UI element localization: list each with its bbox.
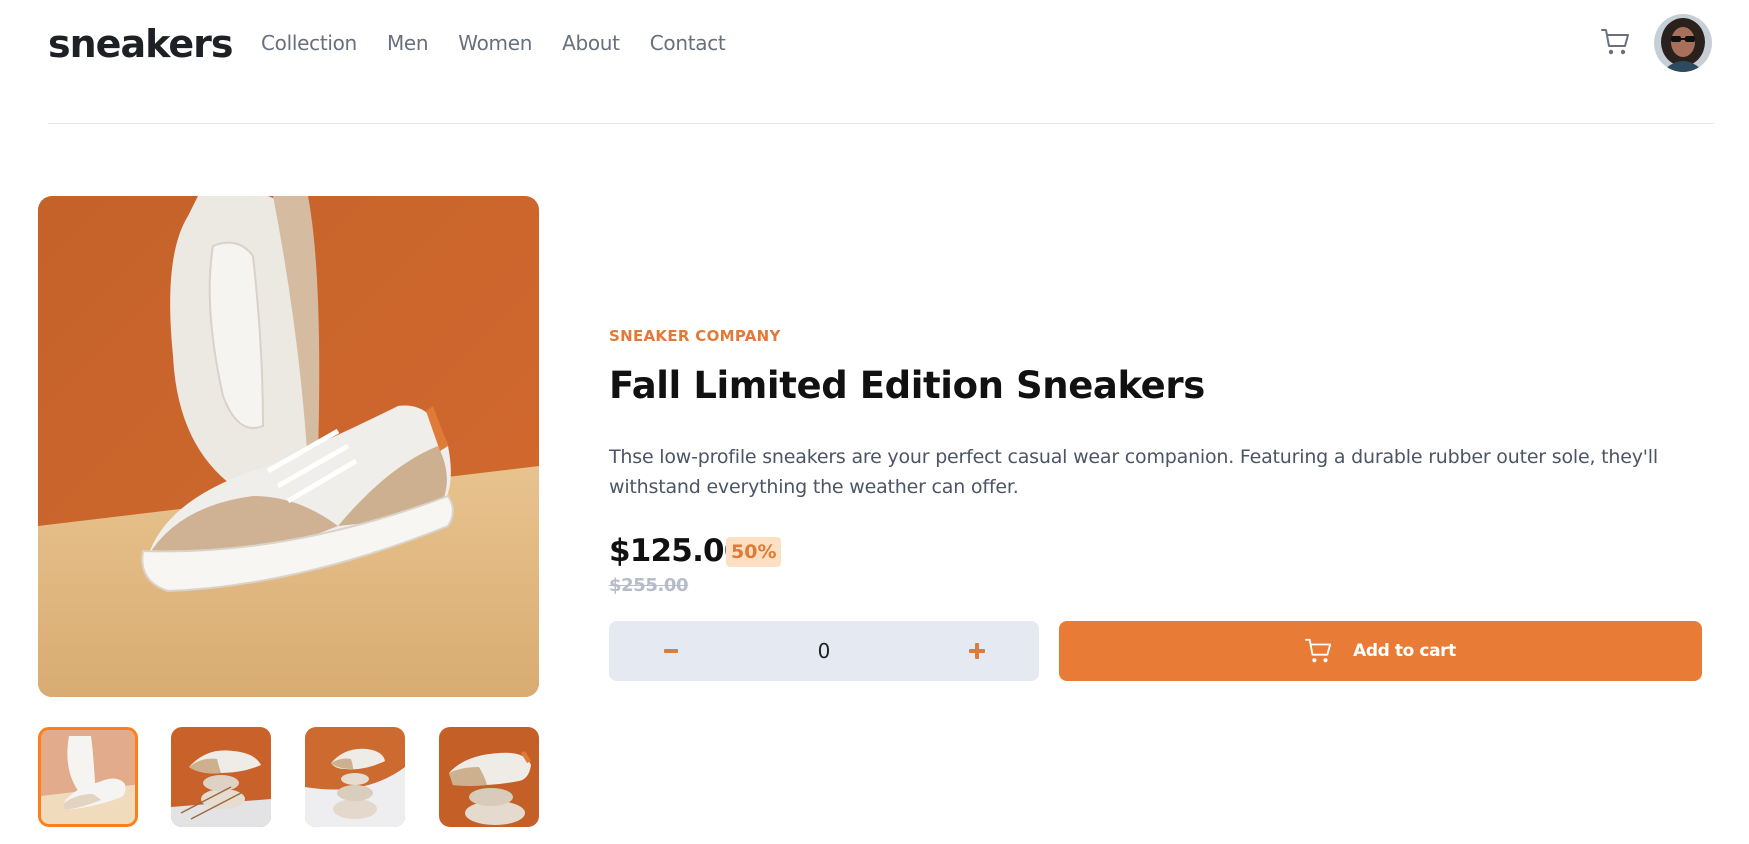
nav-link-women[interactable]: Women xyxy=(458,31,532,55)
cart-icon[interactable] xyxy=(1601,28,1631,56)
add-to-cart-button[interactable]: Add to cart xyxy=(1059,621,1702,681)
plus-icon xyxy=(969,643,985,659)
increase-quantity-button[interactable] xyxy=(947,621,1007,681)
product-main-image[interactable] xyxy=(38,196,539,697)
nav-link-about[interactable]: About xyxy=(562,31,620,55)
minus-icon xyxy=(664,649,678,653)
quantity-stepper: 0 xyxy=(609,621,1039,681)
cart-icon xyxy=(1305,638,1332,663)
user-avatar[interactable] xyxy=(1654,14,1712,72)
nav-link-contact[interactable]: Contact xyxy=(650,31,726,55)
thumbnail-2[interactable] xyxy=(171,727,271,827)
decrease-quantity-button[interactable] xyxy=(641,621,701,681)
current-price: $125.00 xyxy=(609,533,745,569)
discount-badge: 50% xyxy=(726,537,782,567)
product-company: SNEAKER COMPANY xyxy=(609,327,781,345)
product-description: Thse low-profile sneakers are your perfe… xyxy=(609,446,1658,498)
quantity-value[interactable]: 0 xyxy=(759,621,889,681)
add-to-cart-label: Add to cart xyxy=(1353,641,1456,661)
site-header: sneakers Collection Men Women About Cont… xyxy=(48,0,1714,124)
product-title: Fall Limited Edition Sneakers xyxy=(609,364,1205,407)
brand-logo[interactable]: sneakers xyxy=(48,22,233,66)
thumbnail-4[interactable] xyxy=(439,727,539,827)
thumbnail-3[interactable] xyxy=(305,727,405,827)
nav-link-collection[interactable]: Collection xyxy=(261,31,357,55)
thumbnail-1[interactable] xyxy=(38,727,138,827)
original-price: $255.00 xyxy=(609,575,689,596)
main-nav: Collection Men Women About Contact xyxy=(261,31,726,55)
nav-link-men[interactable]: Men xyxy=(387,31,429,55)
